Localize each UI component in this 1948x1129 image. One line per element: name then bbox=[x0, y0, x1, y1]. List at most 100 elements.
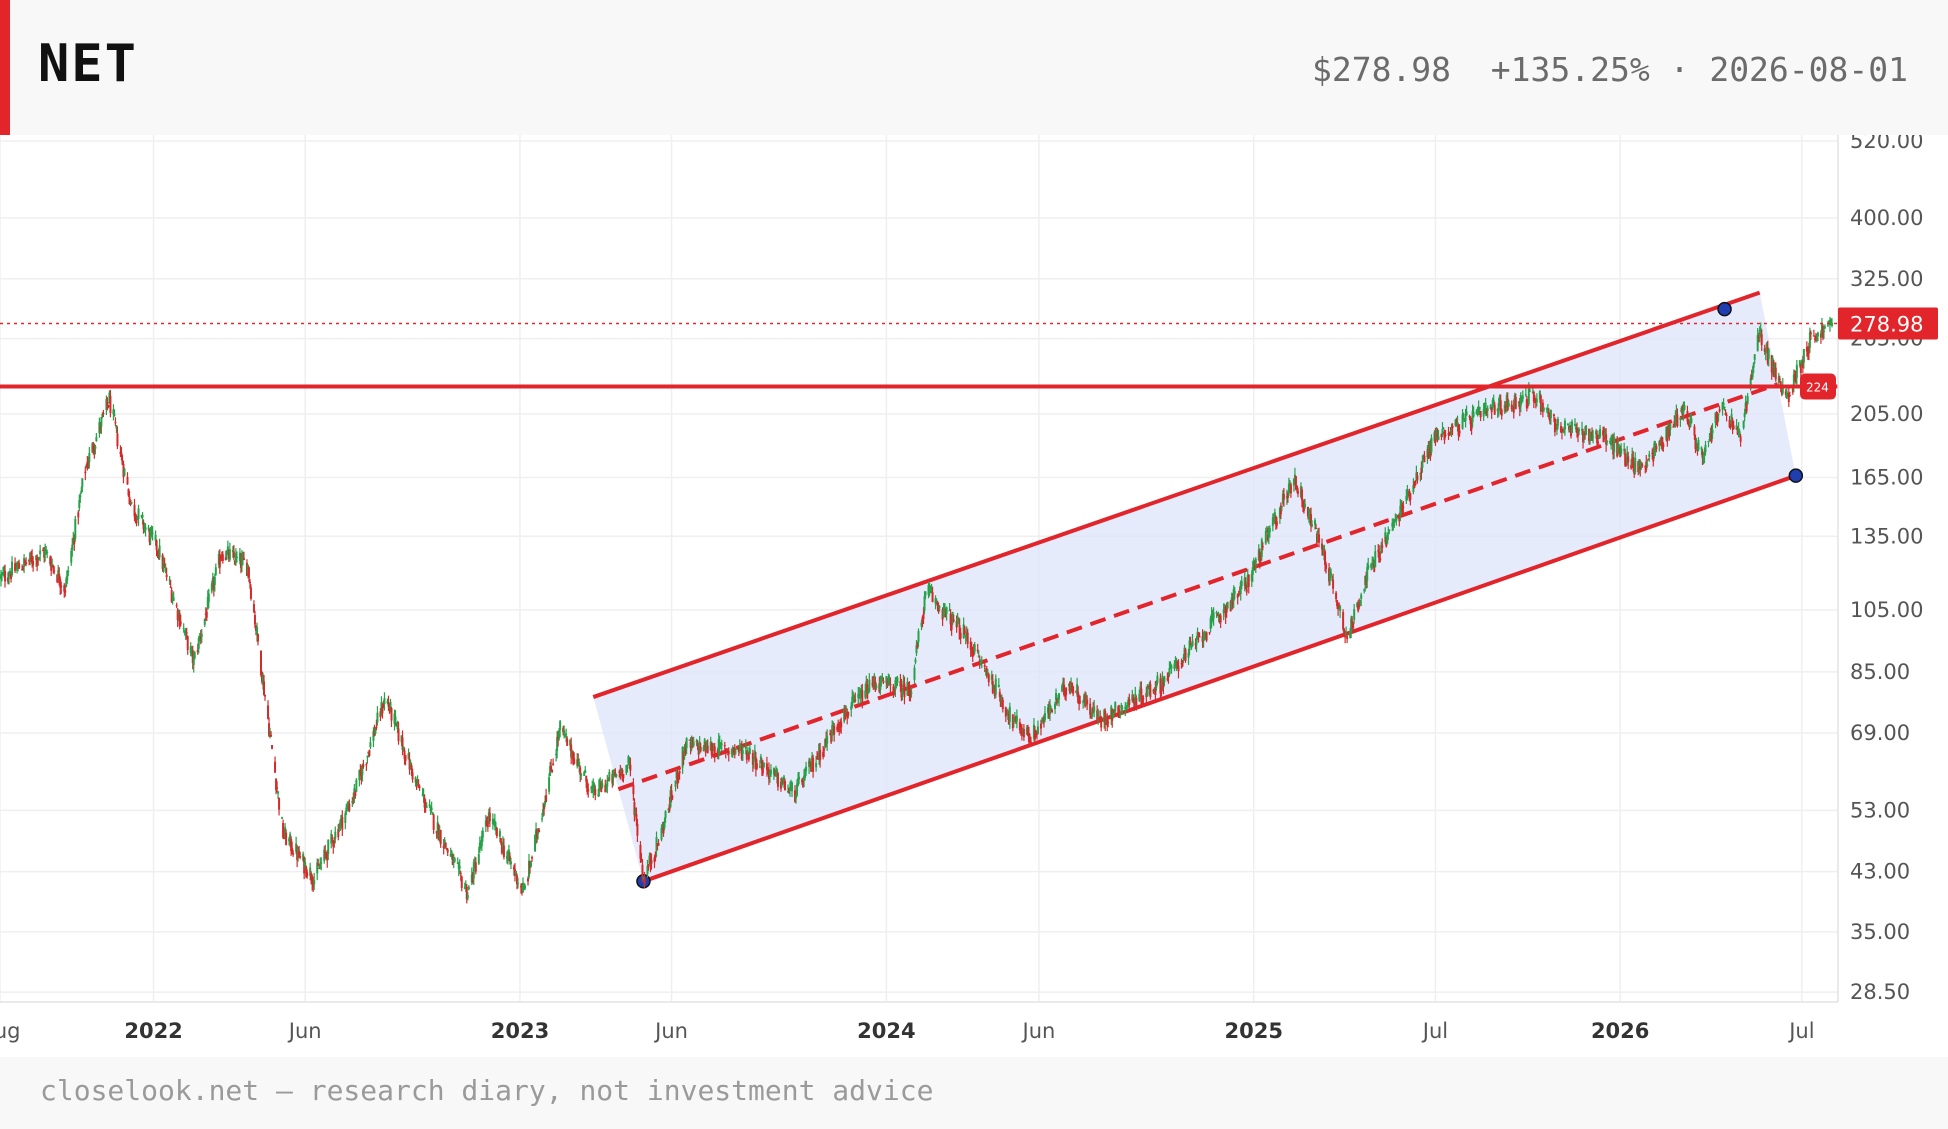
candle-body bbox=[1521, 395, 1524, 400]
candle-body bbox=[516, 883, 519, 885]
candle-body bbox=[1142, 698, 1145, 700]
candle-body bbox=[228, 549, 231, 560]
candle-body bbox=[207, 593, 210, 603]
candle-body bbox=[439, 830, 442, 845]
candle-body bbox=[1402, 506, 1405, 509]
candle-body bbox=[1289, 484, 1292, 494]
candle-body bbox=[299, 856, 302, 858]
price-chart[interactable]: 520.00400.00325.00265.00205.00165.00135.… bbox=[0, 135, 1948, 1057]
candle-body bbox=[1816, 332, 1819, 337]
candle-body bbox=[1767, 348, 1770, 360]
candle-body bbox=[248, 581, 251, 584]
x-tick-label: 2024 bbox=[857, 1019, 915, 1043]
candle-body bbox=[565, 734, 568, 736]
candle-body bbox=[566, 738, 569, 746]
candle-body bbox=[1184, 649, 1187, 661]
candle-body bbox=[1379, 558, 1382, 561]
candle-body bbox=[548, 777, 551, 792]
candle-body bbox=[1683, 405, 1686, 410]
x-tick-label: Jul bbox=[1787, 1019, 1814, 1043]
candle-body bbox=[1168, 668, 1171, 675]
candle-body bbox=[1043, 713, 1046, 720]
candle-body bbox=[84, 471, 87, 474]
candle-body bbox=[748, 748, 751, 755]
candle-body bbox=[362, 764, 365, 767]
candle-body bbox=[1388, 529, 1391, 532]
candle-body bbox=[1208, 632, 1211, 634]
candle-body bbox=[747, 753, 750, 760]
candle-body bbox=[355, 779, 358, 792]
candle-body bbox=[179, 621, 182, 625]
candle-body bbox=[1240, 580, 1243, 587]
candle-body bbox=[1535, 399, 1538, 403]
candle-body bbox=[498, 831, 501, 837]
candle-body bbox=[854, 699, 857, 701]
candle-body bbox=[411, 772, 414, 780]
candle-body bbox=[1233, 590, 1236, 595]
candle-body bbox=[983, 665, 986, 668]
candle-body bbox=[1725, 414, 1728, 416]
candle-body bbox=[1774, 367, 1777, 380]
candle-body bbox=[1823, 326, 1826, 328]
candle-body bbox=[594, 788, 597, 795]
candle-body bbox=[1093, 706, 1096, 712]
candle-body bbox=[987, 674, 990, 683]
candle-body bbox=[1261, 545, 1264, 548]
candle-body bbox=[1409, 493, 1412, 500]
candle-body bbox=[584, 769, 587, 774]
candle-body bbox=[1478, 406, 1481, 410]
candle-body bbox=[910, 692, 913, 694]
candle-body bbox=[896, 677, 899, 683]
candle-body bbox=[622, 774, 625, 779]
candle-body bbox=[46, 551, 49, 554]
candle-body bbox=[1479, 411, 1482, 418]
candle-body bbox=[1135, 698, 1138, 707]
candle-body bbox=[913, 667, 916, 680]
y-tick-label: 35.00 bbox=[1850, 920, 1910, 944]
candle-body bbox=[1732, 425, 1735, 429]
channel-anchor-point[interactable] bbox=[1788, 468, 1804, 483]
candle-body bbox=[25, 562, 28, 565]
candle-body bbox=[1191, 640, 1194, 646]
candle-body bbox=[235, 556, 238, 559]
candle-body bbox=[1742, 420, 1745, 428]
candle-body bbox=[1552, 414, 1555, 417]
candle-body bbox=[1711, 429, 1714, 434]
candle-body bbox=[840, 721, 843, 728]
candle-body bbox=[39, 550, 42, 555]
candle-body bbox=[723, 745, 726, 747]
candle-body bbox=[221, 554, 224, 561]
candle-body bbox=[769, 769, 772, 775]
candle-body bbox=[523, 885, 526, 889]
candle-body bbox=[815, 762, 818, 768]
candle-body bbox=[232, 551, 235, 558]
candle-body bbox=[313, 880, 316, 885]
candle-body bbox=[1205, 632, 1208, 641]
candle-body bbox=[1149, 684, 1152, 698]
candle-body bbox=[762, 762, 765, 767]
candle-body bbox=[643, 877, 646, 884]
candle-body bbox=[917, 631, 920, 643]
candle-body bbox=[1458, 430, 1461, 434]
channel-median-line[interactable] bbox=[617, 382, 1779, 792]
channel-anchor-point[interactable] bbox=[1717, 301, 1732, 317]
candle-body bbox=[692, 741, 695, 746]
candle-body bbox=[1226, 602, 1229, 609]
candle-body bbox=[696, 742, 699, 746]
candle-body bbox=[1693, 426, 1696, 436]
candle-body bbox=[499, 837, 502, 843]
candle-body bbox=[1296, 490, 1299, 494]
candle-body bbox=[67, 571, 70, 573]
candle-body bbox=[18, 562, 21, 569]
parallel-channel[interactable] bbox=[592, 290, 1804, 889]
candle-body bbox=[331, 837, 334, 840]
candle-body bbox=[826, 735, 829, 744]
candle-body bbox=[116, 433, 119, 447]
candle-body bbox=[1268, 528, 1271, 533]
candle-body bbox=[997, 684, 1000, 688]
candle-body bbox=[1001, 699, 1004, 709]
footer-bar: closelook.net — research diary, not inve… bbox=[0, 1057, 1948, 1129]
candle-body bbox=[1599, 428, 1602, 437]
candle-body bbox=[432, 814, 435, 830]
candle-body bbox=[1315, 527, 1318, 529]
